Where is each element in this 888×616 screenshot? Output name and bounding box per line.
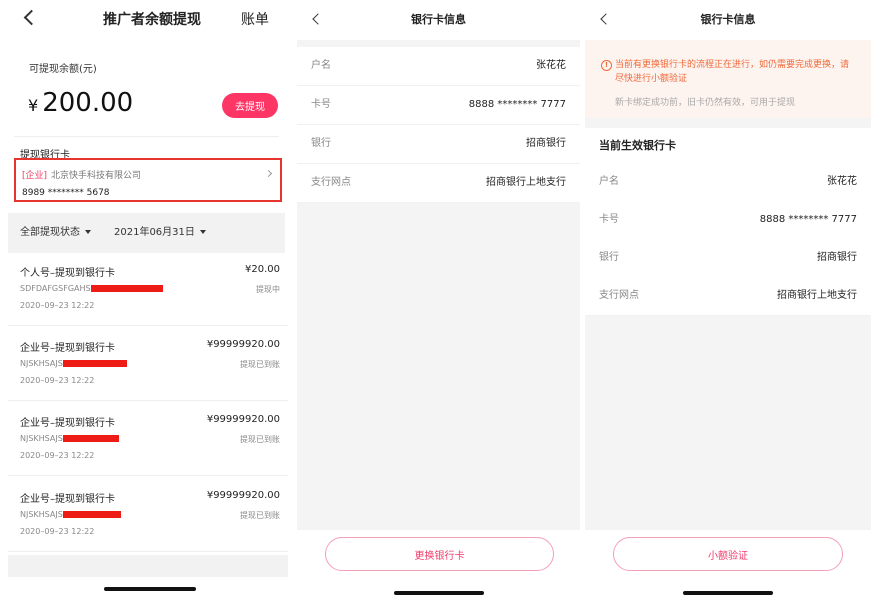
home-indicator [104, 587, 196, 591]
withdraw-card-selector[interactable]: [企业] 北京快手科技有限公司 8989 ******** 5678 [14, 158, 282, 202]
date-filter-label: 2021年06月31日 [114, 227, 195, 238]
notice-banner: ! 当前有更换银行卡的流程正在进行，如仍需要完成更换，请尽快进行小额验证 新卡绑… [585, 40, 871, 118]
top-nav: 推广者余额提现 账单 [0, 0, 293, 40]
withdraw-button[interactable]: 去提现 [222, 93, 278, 118]
date-filter[interactable]: 2021年06月31日 [114, 213, 206, 253]
tx-status: 提现已到账 [240, 435, 280, 444]
list-footer [8, 555, 288, 577]
currency-symbol: ¥ [28, 96, 39, 115]
info-row-branch: 支行网点 招商银行上地支行 [585, 277, 871, 316]
tx-amount: ¥20.00 [245, 264, 280, 275]
info-row-name: 户名 张花花 [585, 163, 871, 202]
withdraw-screen: 推广者余额提现 账单 可提现余额(元) ¥200.00 去提现 提现银行卡 [企… [0, 0, 293, 616]
tx-title: 企业号–提现到银行卡 [20, 343, 115, 354]
caret-down-icon [199, 230, 206, 234]
tx-title: 企业号–提现到银行卡 [20, 494, 115, 505]
tx-time: 2020–09–23 12:22 [20, 301, 95, 310]
section-title: 当前生效银行卡 [599, 139, 676, 152]
info-value: 招商银行 [526, 138, 566, 149]
redaction-bar [90, 285, 163, 292]
redaction-bar [62, 435, 119, 442]
info-value: 张花花 [536, 60, 566, 71]
card-company-line: [企业] 北京快手科技有限公司 [22, 168, 141, 181]
info-row-branch: 支行网点 招商银行上地支行 [297, 164, 580, 203]
top-nav: 银行卡信息 [297, 0, 580, 40]
tx-status: 提现已到账 [240, 511, 280, 520]
tx-title: 个人号–提现到银行卡 [20, 268, 115, 279]
info-value: 张花花 [827, 176, 857, 187]
tx-status: 提现中 [256, 285, 280, 294]
balance-label: 可提现余额(元) [29, 64, 97, 75]
chevron-right-icon [264, 169, 273, 178]
page-title: 银行卡信息 [411, 13, 466, 26]
info-row-bank: 银行 招商银行 [585, 239, 871, 278]
info-label: 支行网点 [599, 290, 639, 301]
redaction-bar [62, 511, 121, 518]
info-label: 支行网点 [311, 177, 351, 188]
info-label: 卡号 [599, 214, 619, 225]
info-value: 招商银行上地支行 [486, 177, 566, 188]
info-value: 招商银行上地支行 [777, 290, 857, 301]
warning-icon: ! [601, 60, 612, 71]
tx-id-text: NJSKHSAJS [20, 359, 63, 368]
divider [14, 136, 279, 137]
tx-id-text: NJSKHSAJS [20, 510, 63, 519]
card-number: 8989 ******** 5678 [22, 188, 110, 198]
info-value: 8888 ******** 7777 [468, 99, 566, 110]
info-value: 8888 ******** 7777 [759, 214, 857, 225]
tx-status: 提现已到账 [240, 360, 280, 369]
page-title: 推广者余额提现 [103, 12, 201, 28]
card-company: 北京快手科技有限公司 [51, 171, 142, 181]
tx-id-text: NJSKHSAJS [20, 434, 63, 443]
tx-time: 2020–09–23 12:22 [20, 451, 95, 460]
tx-amount: ¥99999920.00 [206, 339, 280, 350]
info-label: 银行 [599, 252, 619, 263]
change-card-button[interactable]: 更换银行卡 [325, 537, 554, 571]
redaction-bar [62, 360, 127, 367]
balance-display: ¥200.00 [28, 88, 133, 118]
top-nav: 银行卡信息 [585, 0, 871, 40]
transaction-row[interactable]: 企业号–提现到银行卡 ¥99999920.00 NJSKHSAJS 提现已到账 … [8, 405, 288, 476]
info-label: 户名 [311, 60, 331, 71]
notice-text: 当前有更换银行卡的流程正在进行，如仍需要完成更换，请尽快进行小额验证 [615, 60, 850, 84]
section-header: 当前生效银行卡 [585, 128, 871, 164]
info-label: 卡号 [311, 99, 331, 110]
tx-id: NJSKHSAJS [20, 434, 119, 443]
tx-amount: ¥99999920.00 [206, 490, 280, 501]
info-row-card-number: 卡号 8888 ******** 7777 [585, 201, 871, 240]
bank-card-verify-screen: 银行卡信息 ! 当前有更换银行卡的流程正在进行，如仍需要完成更换，请尽快进行小额… [585, 0, 871, 616]
tx-id-text: SDFDAFGSFGAHS [20, 284, 91, 293]
info-label: 户名 [599, 176, 619, 187]
info-value: 招商银行 [817, 252, 857, 263]
home-indicator [394, 591, 484, 595]
caret-down-icon [85, 230, 91, 234]
transaction-row[interactable]: 企业号–提现到银行卡 ¥99999920.00 NJSKHSAJS 提现已到账 … [8, 481, 288, 552]
status-filter-label: 全部提现状态 [20, 227, 80, 238]
bill-link[interactable]: 账单 [241, 0, 269, 40]
bank-card-info-screen: 银行卡信息 户名 张花花 卡号 8888 ******** 7777 银行 招商… [297, 0, 580, 616]
balance-amount: 200.00 [42, 88, 134, 118]
tx-amount: ¥99999920.00 [206, 414, 280, 425]
info-row-bank: 银行 招商银行 [297, 125, 580, 164]
tx-id: SDFDAFGSFGAHS [20, 284, 163, 293]
status-filter[interactable]: 全部提现状态 [20, 213, 91, 253]
home-indicator [683, 591, 773, 595]
enterprise-tag: [企业] [22, 171, 48, 181]
transaction-row[interactable]: 企业号–提现到银行卡 ¥99999920.00 NJSKHSAJS 提现已到账 … [8, 330, 288, 401]
info-label: 银行 [311, 138, 331, 149]
micro-verify-button[interactable]: 小额验证 [613, 537, 843, 571]
tx-id: NJSKHSAJS [20, 359, 127, 368]
tx-id: NJSKHSAJS [20, 510, 121, 519]
transaction-row[interactable]: 个人号–提现到银行卡 ¥20.00 SDFDAFGSFGAHS 提现中 2020… [8, 255, 288, 326]
tx-title: 企业号–提现到银行卡 [20, 418, 115, 429]
page-title: 银行卡信息 [700, 13, 756, 26]
info-row-name: 户名 张花花 [297, 47, 580, 86]
filter-bar: 全部提现状态 2021年06月31日 [8, 213, 285, 253]
tx-time: 2020–09–23 12:22 [20, 376, 95, 385]
notice-subtext: 新卡绑定成功前，旧卡仍然有效，可用于提现 [615, 98, 796, 108]
tx-time: 2020–09–23 12:22 [20, 527, 95, 536]
back-icon[interactable] [23, 9, 40, 26]
info-row-card-number: 卡号 8888 ******** 7777 [297, 86, 580, 125]
